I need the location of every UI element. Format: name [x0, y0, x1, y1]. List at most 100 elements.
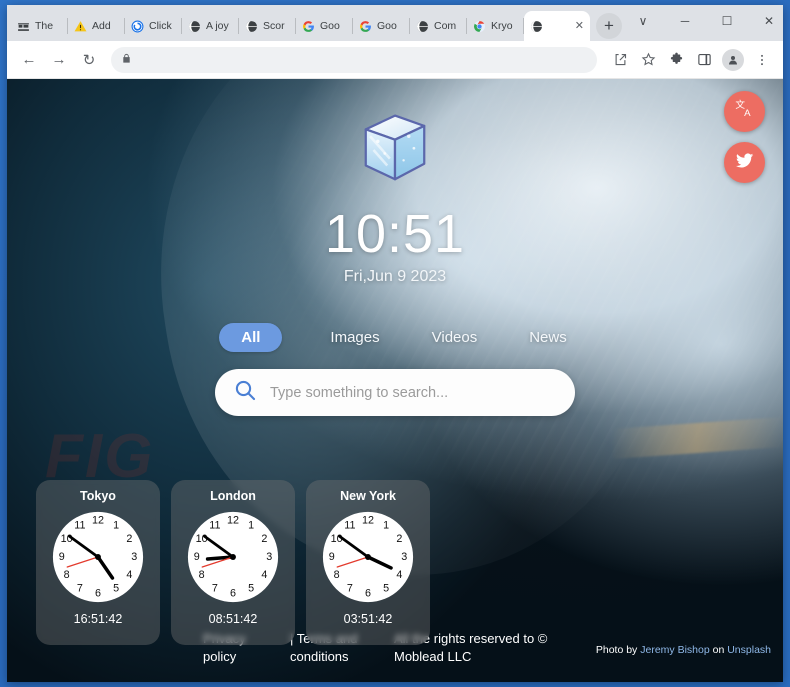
bookmark-star-icon[interactable]: [635, 47, 661, 73]
tab-9-active[interactable]: ✕: [524, 11, 590, 41]
svg-text:12: 12: [92, 515, 104, 527]
twitter-button[interactable]: [724, 142, 765, 183]
extensions-puzzle-icon[interactable]: [663, 47, 689, 73]
ice-cube-logo: [364, 114, 426, 181]
tab-label: The: [35, 20, 54, 32]
unsplash-link[interactable]: Unsplash: [727, 644, 771, 656]
url-input[interactable]: [140, 53, 587, 66]
svg-text:1: 1: [113, 520, 119, 532]
tab-label: Com: [434, 20, 457, 32]
clock-widget-london[interactable]: London 12 1 2 345 678 9 10 11 08:51:42: [171, 480, 295, 645]
search-tab-all[interactable]: All: [219, 323, 283, 352]
tab-1[interactable]: Add: [68, 11, 125, 41]
svg-text:5: 5: [113, 582, 119, 594]
tab-6[interactable]: Goo: [353, 11, 410, 41]
clock-digital: 03:51:42: [343, 612, 393, 626]
search-bar[interactable]: [215, 369, 575, 416]
translate-button[interactable]: 文 A: [724, 91, 765, 132]
tab-8[interactable]: Kryo: [467, 11, 524, 41]
maximize-button[interactable]: ☐: [706, 5, 748, 37]
search-tab-images[interactable]: Images: [326, 323, 383, 352]
side-panel-icon[interactable]: [691, 47, 717, 73]
svg-text:3: 3: [401, 551, 407, 563]
chrome-color-icon: [472, 19, 487, 34]
globe-icon: [187, 19, 202, 34]
svg-text:3: 3: [266, 551, 272, 563]
tab-4[interactable]: Scor: [239, 11, 296, 41]
tab-2[interactable]: Click: [125, 11, 182, 41]
tab-3[interactable]: A joy: [182, 11, 239, 41]
google-icon: [301, 19, 316, 34]
search-tab-news[interactable]: News: [525, 323, 571, 352]
svg-text:8: 8: [64, 569, 70, 581]
floating-action-buttons: 文 A: [724, 91, 765, 183]
svg-text:5: 5: [383, 582, 389, 594]
clock-digital: 08:51:42: [208, 612, 258, 626]
search-magnifier-icon: [233, 378, 257, 407]
tab-label: A joy: [206, 20, 229, 32]
svg-text:A: A: [744, 108, 751, 119]
clock-widget-tokyo[interactable]: Tokyo 12 1 2 345 678 9 10 11 16:51:42: [36, 480, 160, 645]
analog-clock-face: 12 12 345 678 91011: [187, 511, 279, 603]
svg-text:4: 4: [261, 569, 267, 581]
search-tab-videos[interactable]: Videos: [428, 323, 482, 352]
tab-search-button[interactable]: ∨: [622, 5, 664, 37]
profile-avatar-icon[interactable]: [722, 48, 744, 71]
clock-city: Tokyo: [80, 489, 116, 503]
clock-date: Fri,Jun 9 2023: [343, 268, 447, 285]
tab-7[interactable]: Com: [410, 11, 467, 41]
svg-text:12: 12: [362, 515, 374, 527]
svg-text:4: 4: [126, 569, 132, 581]
svg-text:6: 6: [95, 587, 101, 599]
analog-clock-face: 12 12 345 678 91011: [322, 511, 414, 603]
address-bar[interactable]: [111, 46, 597, 73]
svg-text:8: 8: [199, 569, 205, 581]
clock-widget-new-york[interactable]: New York 12 1 2 345 678 9 10 11 03:51:42: [306, 480, 430, 645]
photographer-link[interactable]: Jeremy Bishop: [640, 644, 709, 656]
svg-text:7: 7: [347, 582, 353, 594]
tab-label: Goo: [377, 20, 397, 32]
globe-icon: [529, 19, 544, 34]
more-menu-icon[interactable]: [749, 47, 775, 73]
svg-text:6: 6: [365, 587, 371, 599]
translate-icon: 文 A: [734, 98, 756, 125]
svg-text:11: 11: [74, 520, 85, 532]
lock-icon: [121, 51, 132, 69]
svg-text:9: 9: [329, 551, 335, 563]
tab-label: [548, 11, 551, 41]
browser-toolbar: ← → ↻: [7, 41, 783, 79]
svg-text:3: 3: [131, 551, 137, 563]
new-tab-page: FIG 文 A: [7, 79, 783, 682]
search-input[interactable]: [270, 384, 557, 401]
photo-credit: Photo by Jeremy Bishop on Unsplash: [596, 644, 771, 656]
minimize-button[interactable]: ─: [664, 5, 706, 37]
svg-text:6: 6: [230, 587, 236, 599]
tab-5[interactable]: Goo: [296, 11, 353, 41]
center-stack: 10:51 Fri,Jun 9 2023 All Images Videos N…: [7, 107, 783, 416]
svg-text:5: 5: [248, 582, 254, 594]
svg-text:7: 7: [77, 582, 83, 594]
clock-city: London: [210, 489, 256, 503]
tab-label: Click: [149, 20, 172, 32]
svg-text:4: 4: [396, 569, 402, 581]
svg-text:1: 1: [248, 520, 254, 532]
google-icon: [358, 19, 373, 34]
clock-digital: 16:51:42: [73, 612, 123, 626]
clock-time: 10:51: [324, 204, 466, 264]
tab-close-icon[interactable]: ✕: [574, 20, 585, 32]
back-button[interactable]: ←: [15, 46, 43, 74]
svg-text:7: 7: [212, 582, 218, 594]
tab-0[interactable]: The: [11, 11, 68, 41]
share-icon[interactable]: [607, 47, 633, 73]
bed-icon: [16, 19, 31, 34]
close-button[interactable]: ✕: [748, 5, 783, 37]
twitter-bird-icon: [734, 150, 755, 176]
new-tab-button[interactable]: +: [596, 13, 622, 39]
credit-mid: on: [712, 644, 725, 656]
reload-button[interactable]: ↻: [75, 46, 103, 74]
window-controls: ∨ ─ ☐ ✕: [622, 5, 783, 41]
forward-button[interactable]: →: [45, 46, 73, 74]
clock-city: New York: [340, 489, 396, 503]
browser-window: The Add Click A joy Scor Goo Goo Com Kry…: [7, 5, 783, 682]
svg-text:2: 2: [261, 533, 267, 545]
